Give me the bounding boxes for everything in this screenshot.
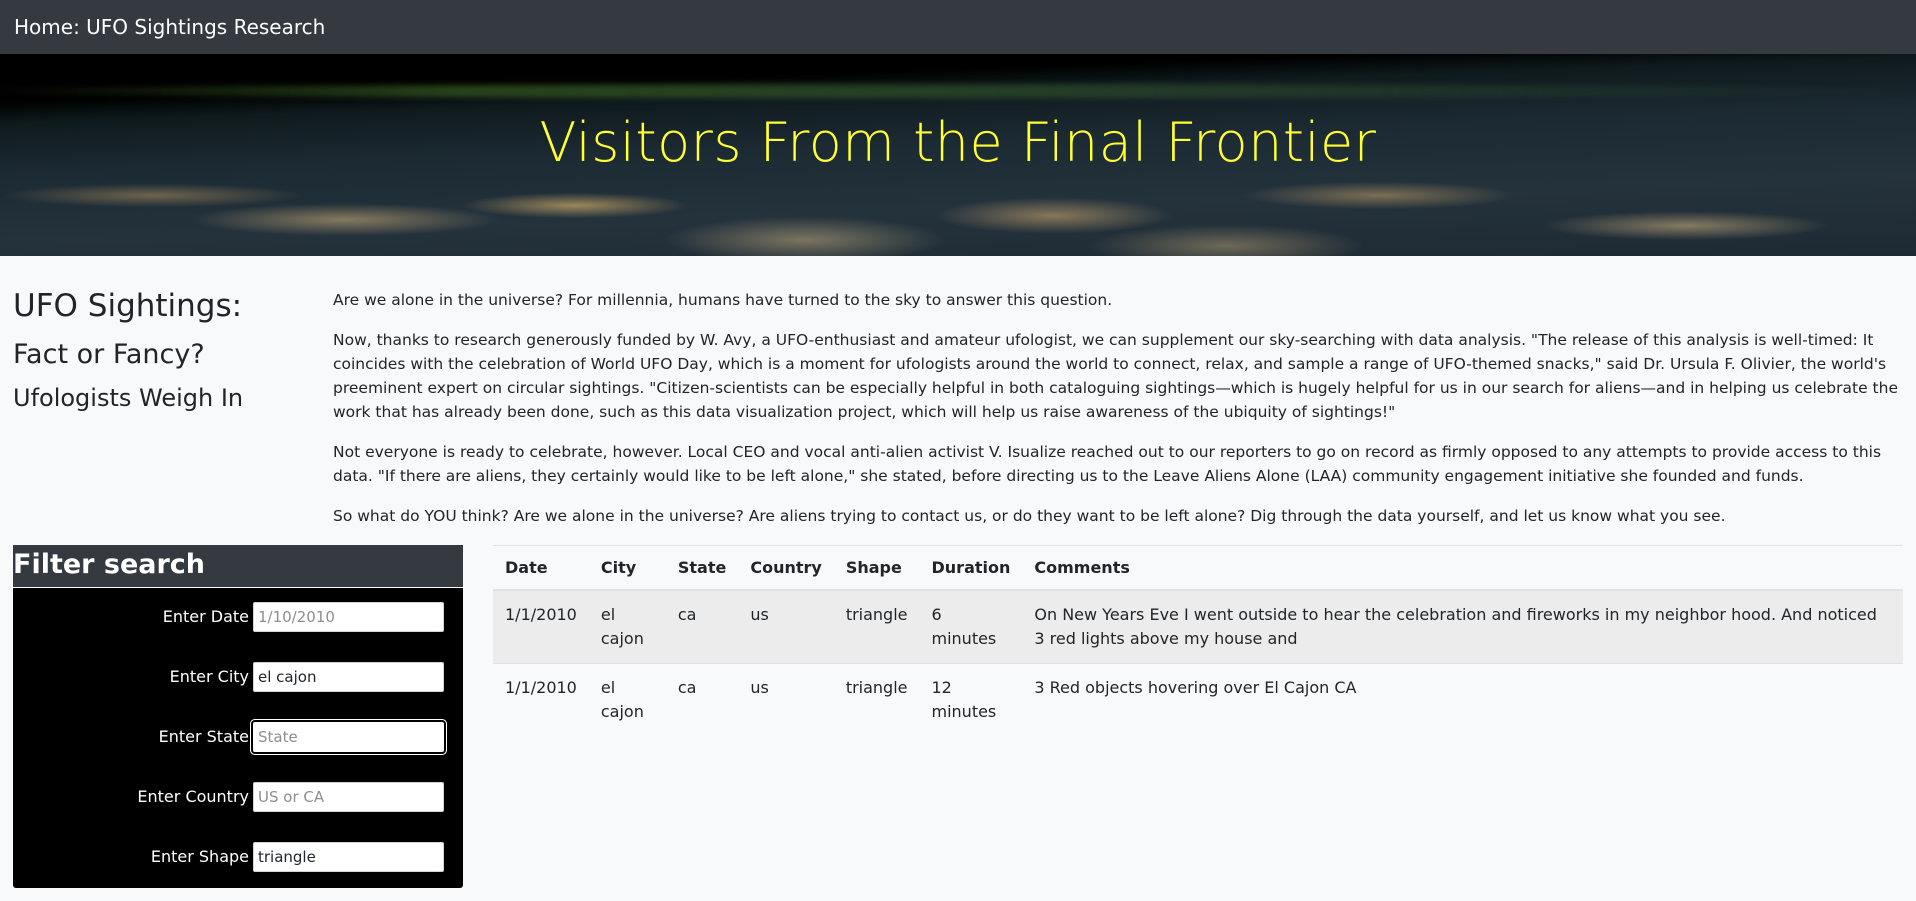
article-paragraph: So what do YOU think? Are we alone in th…	[333, 507, 1726, 525]
cell-city: el cajon	[588, 663, 666, 736]
country-label: Enter Country	[137, 787, 249, 806]
cell-shape: triangle	[833, 663, 920, 736]
top-navbar: Home: UFO Sightings Research	[0, 0, 1916, 54]
cell-date: 1/1/2010	[493, 663, 589, 736]
filter-row-country: Enter Country	[13, 781, 463, 813]
state-input[interactable]	[253, 722, 444, 752]
earth-horizon-glow	[0, 84, 1916, 98]
cell-duration: 12 minutes	[919, 663, 1023, 736]
article-body: Are we alone in the universe? For millen…	[333, 288, 1903, 544]
ufo-table: Date City State Country Shape Duration C…	[493, 545, 1903, 736]
article-paragraph: Now, thanks to research generously funde…	[333, 331, 1898, 421]
filter-title: Filter search	[13, 545, 463, 588]
column-header-shape: Shape	[833, 545, 920, 591]
article-headings: UFO Sightings: Fact or Fancy? Ufologists…	[13, 288, 313, 412]
article-paragraph: Not everyone is ready to celebrate, howe…	[333, 443, 1882, 485]
cell-state: ca	[665, 663, 739, 736]
filter-row-state: Enter State	[13, 721, 463, 753]
country-input[interactable]	[253, 782, 444, 812]
column-header-country: Country	[738, 545, 834, 591]
cell-comments: On New Years Eve I went outside to hear …	[1022, 589, 1903, 664]
hero-banner: Visitors From the Final Frontier	[0, 54, 1916, 256]
filter-row-shape: Enter Shape	[13, 841, 463, 873]
column-header-city: City	[588, 545, 666, 591]
heading-main: UFO Sightings:	[13, 288, 243, 324]
article-paragraph: Are we alone in the universe? For millen…	[333, 291, 1113, 309]
home-link[interactable]: Home: UFO Sightings Research	[14, 15, 325, 39]
cell-country: us	[738, 589, 834, 664]
column-header-duration: Duration	[919, 545, 1023, 591]
column-header-date: Date	[493, 545, 589, 591]
column-header-state: State	[665, 545, 739, 591]
cell-state: ca	[665, 589, 739, 664]
cell-shape: triangle	[833, 589, 920, 664]
cell-duration: 6 minutes	[919, 589, 1023, 664]
filter-form: Enter Date Enter City Enter State Enter …	[13, 588, 463, 888]
date-input[interactable]	[253, 602, 444, 632]
filter-row-city: Enter City	[13, 661, 463, 693]
table-row: 1/1/2010 el cajon ca us triangle 6 minut…	[493, 589, 1903, 664]
cell-comments: 3 Red objects hovering over El Cajon CA	[1022, 663, 1903, 736]
cell-date: 1/1/2010	[493, 589, 589, 664]
filter-panel: Filter search Enter Date Enter City Ente…	[13, 545, 463, 888]
city-input[interactable]	[253, 662, 444, 692]
shape-label: Enter Shape	[150, 847, 249, 866]
table-row: 1/1/2010 el cajon ca us triangle 12 minu…	[493, 663, 1903, 736]
results-table-container: Date City State Country Shape Duration C…	[493, 545, 1903, 736]
shape-input[interactable]	[253, 842, 444, 872]
state-label: Enter State	[158, 727, 249, 746]
city-label: Enter City	[169, 667, 249, 686]
date-label: Enter Date	[162, 607, 249, 626]
cell-city: el cajon	[588, 589, 666, 664]
column-header-comments: Comments	[1022, 545, 1903, 591]
cell-country: us	[738, 663, 834, 736]
filter-row-date: Enter Date	[13, 601, 463, 633]
heading-subtitle: Fact or Fancy?	[13, 339, 205, 371]
hero-title: Visitors From the Final Frontier	[539, 111, 1377, 174]
table-header-row: Date City State Country Shape Duration C…	[493, 545, 1903, 591]
heading-subtitle-2: Ufologists Weigh In	[13, 383, 244, 412]
